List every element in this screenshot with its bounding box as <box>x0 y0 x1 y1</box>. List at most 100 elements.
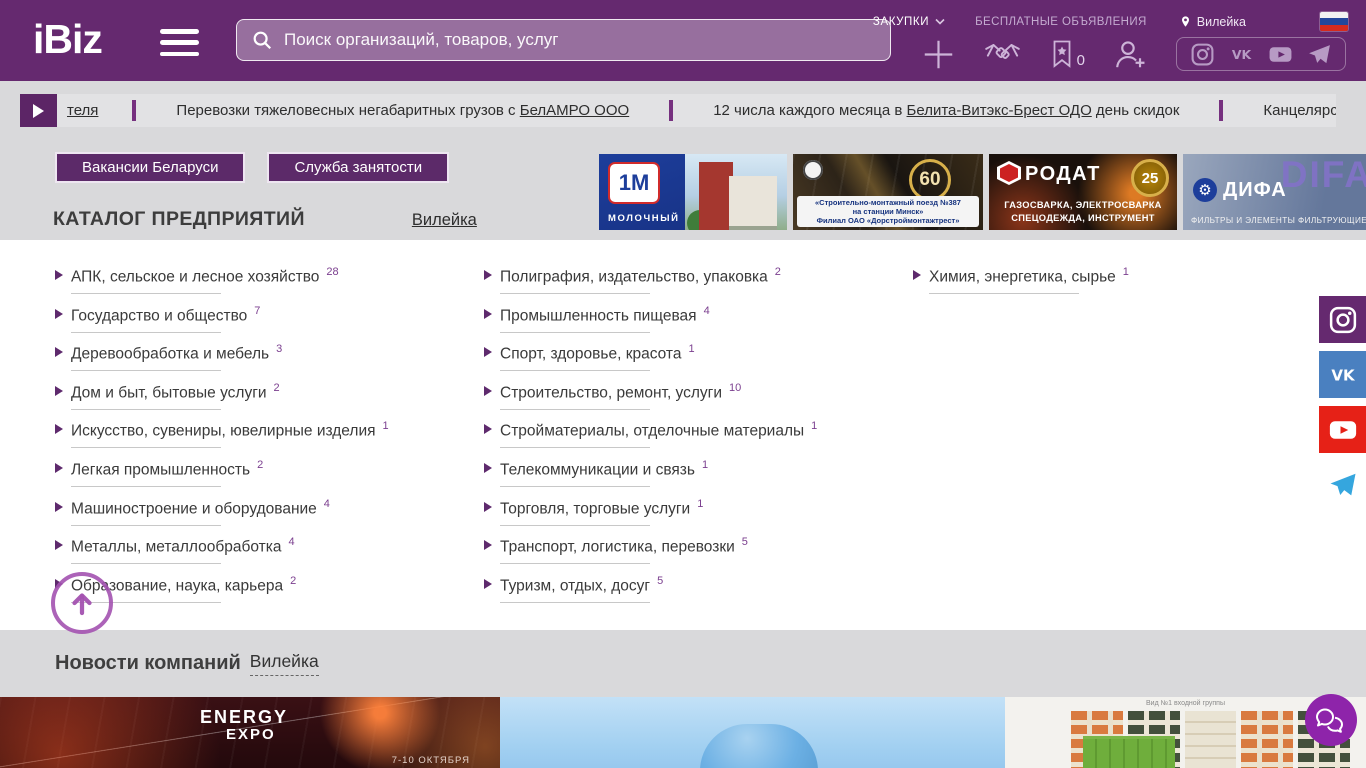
category-divider <box>500 447 650 448</box>
login-person-add-icon[interactable] <box>1114 38 1147 71</box>
menu-icon[interactable] <box>160 29 199 56</box>
category-label[interactable]: Торговля, торговые услуги <box>500 500 690 517</box>
catalog-column-1: АПК, сельское и лесное хозяйство 28 Госуда… <box>55 240 475 613</box>
category-item[interactable]: Машиностроение и оборудование4 <box>55 498 475 537</box>
vk-icon[interactable]: VK <box>1319 351 1366 398</box>
category-item[interactable]: Транспорт, логистика, перевозки5 <box>484 536 904 575</box>
category-label[interactable]: Полиграфия, издательство, упаковка <box>500 268 768 285</box>
anniversary-badge: 25 <box>1131 159 1169 197</box>
news-image-swimmer[interactable] <box>500 697 1005 768</box>
language-flag-ru[interactable] <box>1320 12 1348 31</box>
category-label[interactable]: Телекоммуникации и связь <box>500 461 695 478</box>
category-divider <box>500 370 650 371</box>
news-image-energy-expo[interactable]: ENERGY EXPO 7-10 ОКТЯБРЯ <box>0 697 500 768</box>
category-item[interactable]: Образование, наука, карьера2 <box>55 575 475 614</box>
chat-widget-button[interactable] <box>1305 694 1357 746</box>
youtube-icon[interactable] <box>1268 42 1293 67</box>
category-item[interactable]: Полиграфия, издательство, упаковка2 <box>484 266 904 305</box>
category-count: 10 <box>729 382 741 394</box>
category-item[interactable]: Спорт, здоровье, красота1 <box>484 343 904 382</box>
category-divider <box>500 563 650 564</box>
instagram-icon[interactable] <box>1190 42 1215 67</box>
category-label[interactable]: Спорт, здоровье, красота <box>500 346 681 363</box>
site-logo[interactable]: iBiz <box>33 16 102 63</box>
event-date: 7-10 ОКТЯБРЯ <box>392 755 470 766</box>
category-item[interactable]: Легкая промышленность 2 <box>55 459 475 498</box>
category-item[interactable]: Металлы, металлообработка4 <box>55 536 475 575</box>
category-count: 1 <box>811 420 817 432</box>
category-item[interactable]: Государство и общество 7 <box>55 305 475 344</box>
vk-icon[interactable]: VK <box>1229 42 1254 67</box>
category-label[interactable]: Деревообработка и мебель <box>71 346 269 363</box>
category-label[interactable]: Строительство, ремонт, услуги <box>500 384 722 401</box>
category-item[interactable]: АПК, сельское и лесное хозяйство 28 <box>55 266 475 305</box>
ticker-link[interactable]: Белита-Витэкс-Брест ОДО <box>907 102 1092 119</box>
category-divider <box>71 409 221 410</box>
ticker-strip: теляПеревозки тяжеловесных негабаритных … <box>57 94 1336 127</box>
category-label[interactable]: Государство и общество <box>71 307 247 324</box>
category-label[interactable]: Стройматериалы, отделочные материалы <box>500 423 804 440</box>
category-item[interactable]: Телекоммуникации и связь1 <box>484 459 904 498</box>
category-item[interactable]: Стройматериалы, отделочные материалы 1 <box>484 420 904 459</box>
category-label[interactable]: Металлы, металлообработка <box>71 538 282 555</box>
city-selector[interactable]: Вилейка <box>1179 14 1246 29</box>
category-item[interactable]: Химия, энергетика, сырье1 <box>913 266 1333 305</box>
category-label[interactable]: Туризм, отдых, досуг <box>500 577 650 594</box>
category-label[interactable]: Химия, энергетика, сырье <box>929 268 1116 285</box>
category-label[interactable]: АПК, сельское и лесное хозяйство <box>71 268 319 285</box>
category-item[interactable]: Торговля, торговые услуги 1 <box>484 498 904 537</box>
catalog-column-3: Химия, энергетика, сырье1 <box>913 240 1333 305</box>
favorites-bookmark-icon[interactable]: 0 <box>1050 39 1085 69</box>
triangle-bullet-icon <box>55 502 63 512</box>
triangle-bullet-icon <box>484 270 492 280</box>
vacancy-button[interactable]: Вакансии Беларуси <box>55 152 245 183</box>
purchases-link[interactable]: ЗАКУПКИ <box>873 16 945 28</box>
search-input[interactable] <box>284 30 876 50</box>
add-company-icon[interactable] <box>922 38 955 71</box>
banner-smp-387[interactable]: 60 лет «Строительно-монтажный поезд №387… <box>793 154 983 230</box>
news-title: Новости компаний <box>55 652 241 675</box>
category-label[interactable]: Искусство, сувениры, ювелирные изделия <box>71 423 376 440</box>
category-label[interactable]: Дом и быт, бытовые услуги <box>71 384 267 401</box>
youtube-icon[interactable] <box>1319 406 1366 453</box>
category-count: 7 <box>254 305 260 317</box>
category-label[interactable]: Транспорт, логистика, перевозки <box>500 538 735 555</box>
category-item[interactable]: Дом и быт, бытовые услуги2 <box>55 382 475 421</box>
instagram-icon[interactable] <box>1319 296 1366 343</box>
scroll-to-top-button[interactable] <box>51 572 113 634</box>
category-count: 2 <box>257 459 263 471</box>
free-ads-link[interactable]: БЕСПЛАТНЫЕ ОБЪЯВЛЕНИЯ <box>975 16 1147 28</box>
banner-1m-molochny[interactable]: 1М МОЛОЧНЫЙ <box>599 154 787 230</box>
news-city-link[interactable]: Вилейка <box>250 651 319 676</box>
category-item[interactable]: Деревообработка и мебель3 <box>55 343 475 382</box>
category-item[interactable]: Строительство, ремонт, услуги 10 <box>484 382 904 421</box>
search-icon <box>251 29 273 51</box>
category-count: 1 <box>697 498 703 510</box>
category-item[interactable]: Искусство, сувениры, ювелирные изделия1 <box>55 420 475 459</box>
telegram-icon[interactable] <box>1307 42 1332 67</box>
ticker-play-button[interactable] <box>20 94 57 127</box>
category-item[interactable]: Туризм, отдых, досуг5 <box>484 575 904 614</box>
catalog-city-link[interactable]: Вилейка <box>412 211 477 230</box>
triangle-bullet-icon <box>484 540 492 550</box>
vacancy-button[interactable]: Служба занятости <box>267 152 449 183</box>
catalog-title: КАТАЛОГ ПРЕДПРИЯТИЙ <box>53 208 305 231</box>
handshake-icon[interactable] <box>984 41 1021 68</box>
category-count: 28 <box>326 266 338 278</box>
banner-difa[interactable]: DIFA ⚙ ДИФА ФИЛЬТРЫ И ЭЛЕМЕНТЫ ФИЛЬТРУЮЩ… <box>1183 154 1366 230</box>
swim-cap <box>700 724 818 768</box>
category-label[interactable]: Промышленность пищевая <box>500 307 697 324</box>
category-divider <box>71 486 221 487</box>
ticker-link[interactable]: БелАМРО ООО <box>520 102 629 119</box>
catalog-column-2: Полиграфия, издательство, упаковка2Промы… <box>484 240 904 613</box>
category-label[interactable]: Легкая промышленность <box>71 461 250 478</box>
telegram-icon[interactable] <box>1319 461 1366 508</box>
category-item[interactable]: Промышленность пищевая4 <box>484 305 904 344</box>
triangle-bullet-icon <box>484 579 492 589</box>
banner-brand: ДИФА <box>1223 179 1287 202</box>
category-divider <box>71 447 221 448</box>
category-label[interactable]: Машиностроение и оборудование <box>71 500 317 517</box>
ticker-link[interactable]: теля <box>67 102 98 119</box>
category-divider <box>929 293 1079 294</box>
banner-rodat[interactable]: РОДАТ 25 ГАЗОСВАРКА, ЭЛЕКТРОСВАРКАСПЕЦОД… <box>989 154 1177 230</box>
